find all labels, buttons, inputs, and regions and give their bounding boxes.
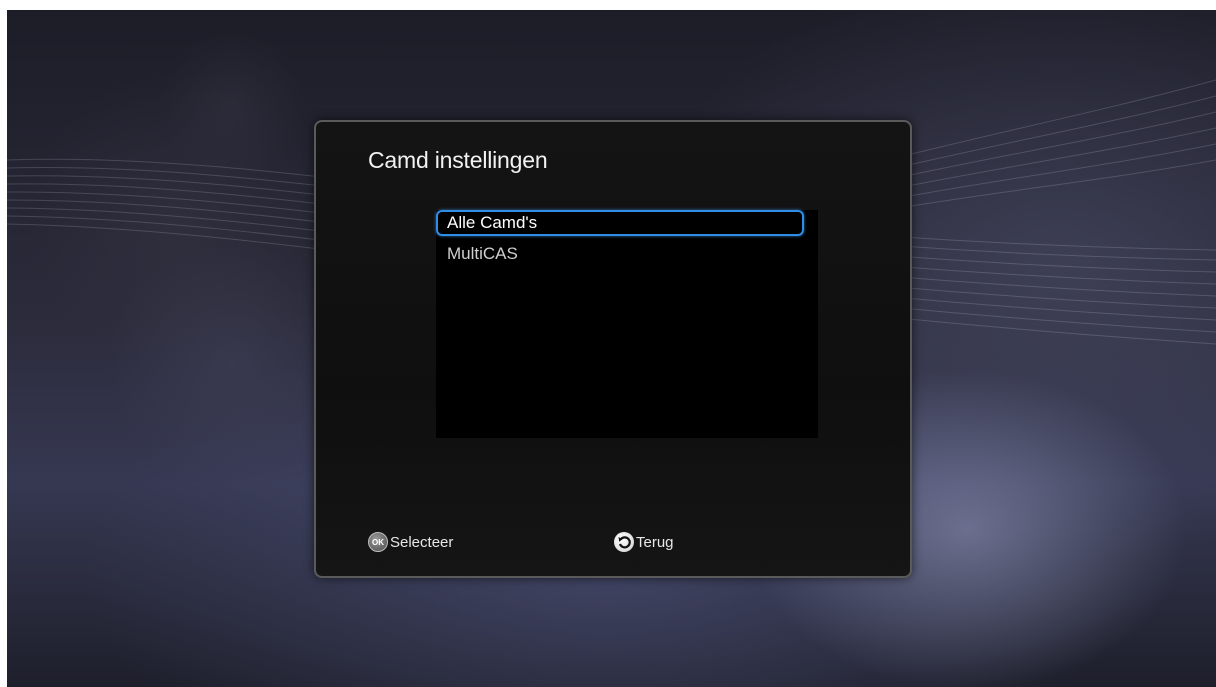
ok-button-icon: OK	[368, 532, 388, 552]
back-arrow-icon	[614, 532, 634, 552]
select-hint[interactable]: OK Selecteer	[368, 530, 453, 554]
back-hint[interactable]: Terug	[614, 530, 674, 554]
dialog-title: Camd instellingen	[368, 147, 548, 173]
list-item-alle-camds[interactable]: Alle Camd's	[436, 210, 804, 236]
list-item-multicas[interactable]: MultiCAS	[436, 242, 804, 268]
select-label: Selecteer	[390, 533, 454, 551]
camd-settings-dialog: Camd instellingen Alle Camd's MultiCAS O…	[314, 120, 912, 578]
camd-list: Alle Camd's MultiCAS	[436, 210, 818, 438]
back-label: Terug	[636, 533, 674, 551]
